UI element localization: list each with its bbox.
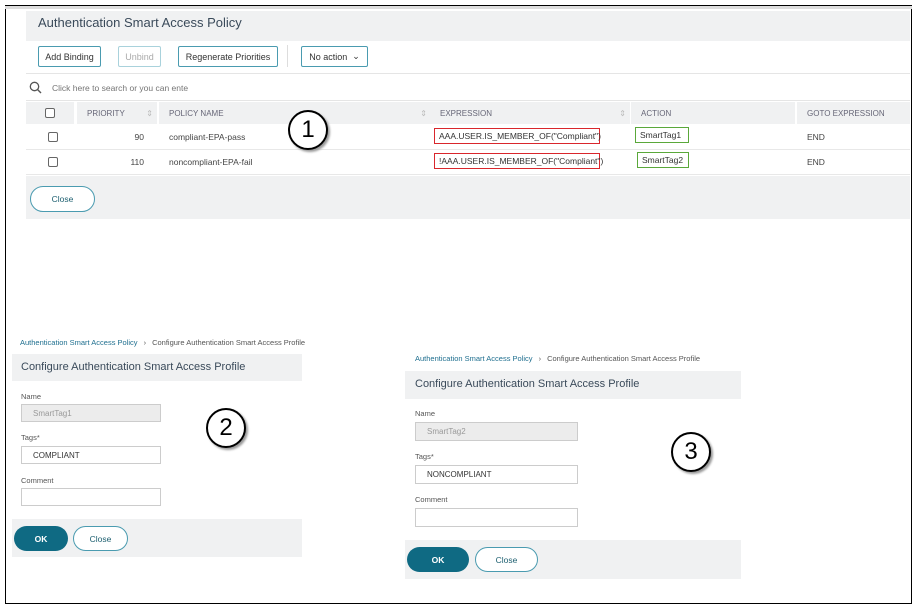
- tags-label: Tags*: [21, 433, 40, 442]
- name-label: Name: [415, 409, 436, 418]
- chevron-down-icon: ⌄: [352, 51, 360, 61]
- callout-2: 2: [206, 408, 246, 448]
- close-button[interactable]: Close: [30, 186, 95, 212]
- comment-label: Comment: [415, 495, 448, 504]
- comment-field[interactable]: [415, 508, 578, 527]
- tags-field[interactable]: COMPLIANT: [21, 446, 161, 464]
- divider: [26, 73, 910, 74]
- policy-name-cell[interactable]: noncompliant-EPA-fail: [169, 157, 252, 167]
- column-label: PRIORITY: [87, 108, 125, 118]
- sort-icon: ⇕: [420, 108, 427, 118]
- select-all-checkbox[interactable]: [45, 108, 55, 118]
- close-button[interactable]: Close: [475, 547, 538, 572]
- divider: [5, 6, 912, 9]
- policy-panel-header: Authentication Smart Access Policy: [26, 11, 910, 41]
- name-label: Name: [21, 392, 42, 401]
- breadcrumb-link[interactable]: Authentication Smart Access Policy: [20, 338, 138, 347]
- action-cell[interactable]: SmartTag1: [635, 127, 689, 143]
- policy-name-cell[interactable]: compliant-EPA-pass: [169, 132, 245, 142]
- divider: [26, 100, 910, 101]
- add-binding-button[interactable]: Add Binding: [38, 46, 101, 67]
- column-label: EXPRESSION: [440, 108, 493, 118]
- breadcrumb-current: Configure Authentication Smart Access Pr…: [152, 338, 306, 347]
- tags-field[interactable]: NONCOMPLIANT: [415, 465, 578, 484]
- goto-cell: END: [807, 157, 825, 167]
- callout-3: 3: [671, 432, 711, 472]
- regenerate-priorities-button[interactable]: Regenerate Priorities: [178, 46, 278, 67]
- column-header-expression[interactable]: EXPRESSION ⇕: [430, 102, 630, 124]
- breadcrumb-link[interactable]: Authentication Smart Access Policy: [415, 354, 533, 363]
- close-button[interactable]: Close: [73, 526, 128, 551]
- search-input[interactable]: [52, 80, 202, 95]
- page-title: Authentication Smart Access Policy: [38, 15, 242, 30]
- profile-title: Configure Authentication Smart Access Pr…: [21, 361, 246, 373]
- row-checkbox[interactable]: [48, 157, 58, 167]
- ok-button[interactable]: OK: [407, 547, 469, 572]
- search-icon: [29, 81, 42, 94]
- profile-header: Configure Authentication Smart Access Pr…: [405, 371, 741, 399]
- chevron-right-icon: ›: [143, 338, 147, 347]
- column-label: POLICY NAME: [169, 108, 224, 118]
- name-field[interactable]: SmartTag1: [21, 404, 161, 422]
- chevron-right-icon: ›: [538, 354, 542, 363]
- expression-cell: AAA.USER.IS_MEMBER_OF("Compliant"): [434, 128, 601, 144]
- profile-header: Configure Authentication Smart Access Pr…: [12, 354, 302, 381]
- priority-cell: 90: [134, 132, 144, 142]
- comment-label: Comment: [21, 476, 54, 485]
- column-header-priority[interactable]: PRIORITY ⇕: [77, 102, 157, 124]
- action-select-value: No action: [309, 51, 348, 62]
- ok-button[interactable]: OK: [14, 526, 68, 551]
- column-header-goto[interactable]: GOTO EXPRESSION: [797, 102, 910, 124]
- expression-cell: !AAA.USER.IS_MEMBER_OF("Compliant"): [434, 153, 603, 169]
- sort-icon: ⇕: [146, 108, 153, 118]
- unbind-button[interactable]: Unbind: [118, 46, 161, 67]
- comment-field[interactable]: [21, 488, 161, 506]
- breadcrumb-current: Configure Authentication Smart Access Pr…: [547, 354, 701, 363]
- column-header-action[interactable]: ACTION: [631, 102, 795, 124]
- toolbar-divider: [287, 45, 288, 67]
- sort-icon: ⇕: [619, 108, 626, 118]
- row-checkbox[interactable]: [48, 132, 58, 142]
- profile-title: Configure Authentication Smart Access Pr…: [415, 378, 640, 390]
- breadcrumb: Authentication Smart Access Policy › Confi…: [415, 354, 700, 363]
- priority-cell: 110: [130, 157, 144, 167]
- name-field[interactable]: SmartTag2: [415, 422, 578, 441]
- breadcrumb: Authentication Smart Access Policy › Confi…: [20, 338, 305, 347]
- callout-1: 1: [288, 110, 328, 150]
- select-all-header: [26, 102, 74, 124]
- action-select[interactable]: No action ⌄: [301, 46, 368, 67]
- tags-label: Tags*: [415, 452, 434, 461]
- policy-panel-footer: [26, 176, 910, 219]
- goto-cell: END: [807, 132, 825, 142]
- action-cell[interactable]: SmartTag2: [637, 152, 689, 168]
